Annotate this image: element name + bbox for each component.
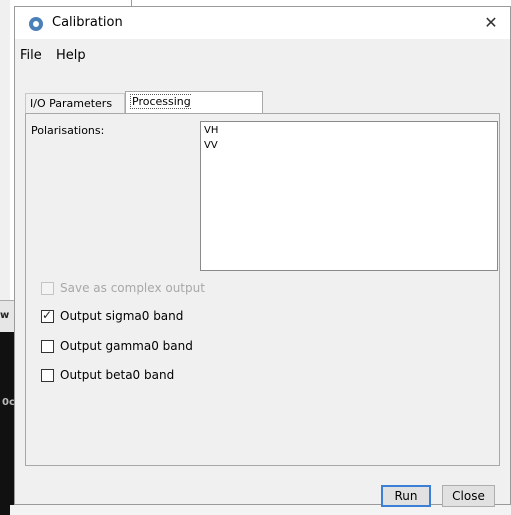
output-gamma0-checkbox[interactable] <box>41 340 54 353</box>
checkbox-label: Save as complex output <box>60 281 205 295</box>
tab-io-parameters[interactable]: I/O Parameters <box>25 93 125 113</box>
calibration-app-icon <box>29 17 43 31</box>
background-dark-panel <box>0 332 14 515</box>
checkbox-label: Output sigma0 band <box>60 309 184 323</box>
polarisations-label: Polarisations: <box>31 124 105 137</box>
menu-bar: File Help <box>15 39 510 69</box>
checkmark-icon: ✓ <box>42 308 53 322</box>
calibration-dialog: Calibration ✕ File Help I/O Parameters P… <box>14 6 511 507</box>
close-button[interactable]: Close <box>442 485 495 507</box>
tab-processing-parameters[interactable]: Processing Parameters <box>125 91 263 129</box>
save-complex-output-checkbox <box>41 282 54 295</box>
background-text-fragment: 0c <box>2 397 15 408</box>
menu-file[interactable]: File <box>20 48 42 63</box>
background-text-fragment: w <box>0 310 10 321</box>
close-icon[interactable]: ✕ <box>480 12 502 34</box>
tab-label: I/O Parameters <box>30 97 113 110</box>
list-item-vv[interactable]: VV <box>204 140 218 151</box>
checkbox-label: Output beta0 band <box>60 368 175 382</box>
background-strip <box>10 505 511 515</box>
list-item-vh[interactable]: VH <box>204 125 218 136</box>
output-sigma0-checkbox[interactable]: ✓ <box>41 308 54 323</box>
menu-help[interactable]: Help <box>56 48 86 63</box>
output-beta0-checkbox[interactable] <box>41 369 54 382</box>
checkbox-label: Output gamma0 band <box>60 339 193 353</box>
polarisations-list[interactable]: VH VV <box>200 121 498 271</box>
run-button[interactable]: Run <box>381 485 431 507</box>
title-bar: Calibration ✕ <box>15 7 510 39</box>
window-title: Calibration <box>52 15 123 30</box>
